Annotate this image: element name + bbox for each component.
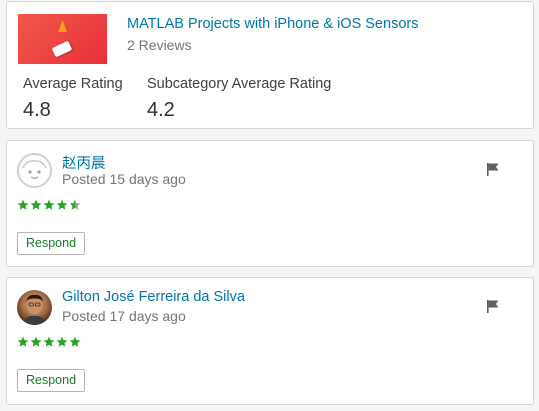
respond-button[interactable]: Respond bbox=[17, 369, 86, 392]
course-summary-card: MATLAB Projects with iPhone & iOS Sensor… bbox=[6, 1, 534, 129]
respond-button[interactable]: Respond bbox=[17, 232, 86, 255]
subcategory-rating-value: 4.2 bbox=[147, 99, 175, 121]
average-rating-value: 4.8 bbox=[23, 99, 51, 121]
review-card: Gilton José Ferreira da Silva Posted 17 … bbox=[6, 277, 534, 405]
default-avatar-icon bbox=[17, 153, 52, 188]
reviewer-name-link[interactable]: 赵丙晨 bbox=[62, 152, 106, 173]
star-icon bbox=[30, 336, 42, 347]
star-icon bbox=[69, 336, 81, 347]
star-rating bbox=[17, 336, 81, 348]
star-icon bbox=[17, 336, 29, 347]
star-icon bbox=[56, 336, 68, 347]
star-icon bbox=[30, 199, 42, 210]
star-icon bbox=[43, 199, 55, 210]
star-icon bbox=[43, 336, 55, 347]
star-icon bbox=[69, 199, 81, 210]
matlab-logo-icon bbox=[58, 20, 67, 32]
review-posted-date: Posted 15 days ago bbox=[62, 171, 186, 187]
course-title-link[interactable]: MATLAB Projects with iPhone & iOS Sensor… bbox=[127, 16, 418, 32]
review-card: 赵丙晨 Posted 15 days ago Respond bbox=[6, 140, 534, 267]
flag-icon[interactable] bbox=[485, 161, 501, 177]
average-rating-label: Average Rating bbox=[23, 76, 123, 92]
star-icon bbox=[56, 199, 68, 210]
course-thumbnail[interactable] bbox=[18, 14, 107, 64]
subcategory-rating-label: Subcategory Average Rating bbox=[147, 76, 332, 92]
user-photo-avatar bbox=[17, 290, 52, 325]
star-icon bbox=[17, 199, 29, 210]
iphone-icon bbox=[51, 40, 73, 58]
star-rating bbox=[17, 199, 81, 211]
reviewer-name-link[interactable]: Gilton José Ferreira da Silva bbox=[62, 289, 245, 305]
flag-icon[interactable] bbox=[485, 298, 501, 314]
review-count: 2 Reviews bbox=[127, 37, 192, 53]
review-posted-date: Posted 17 days ago bbox=[62, 308, 186, 324]
